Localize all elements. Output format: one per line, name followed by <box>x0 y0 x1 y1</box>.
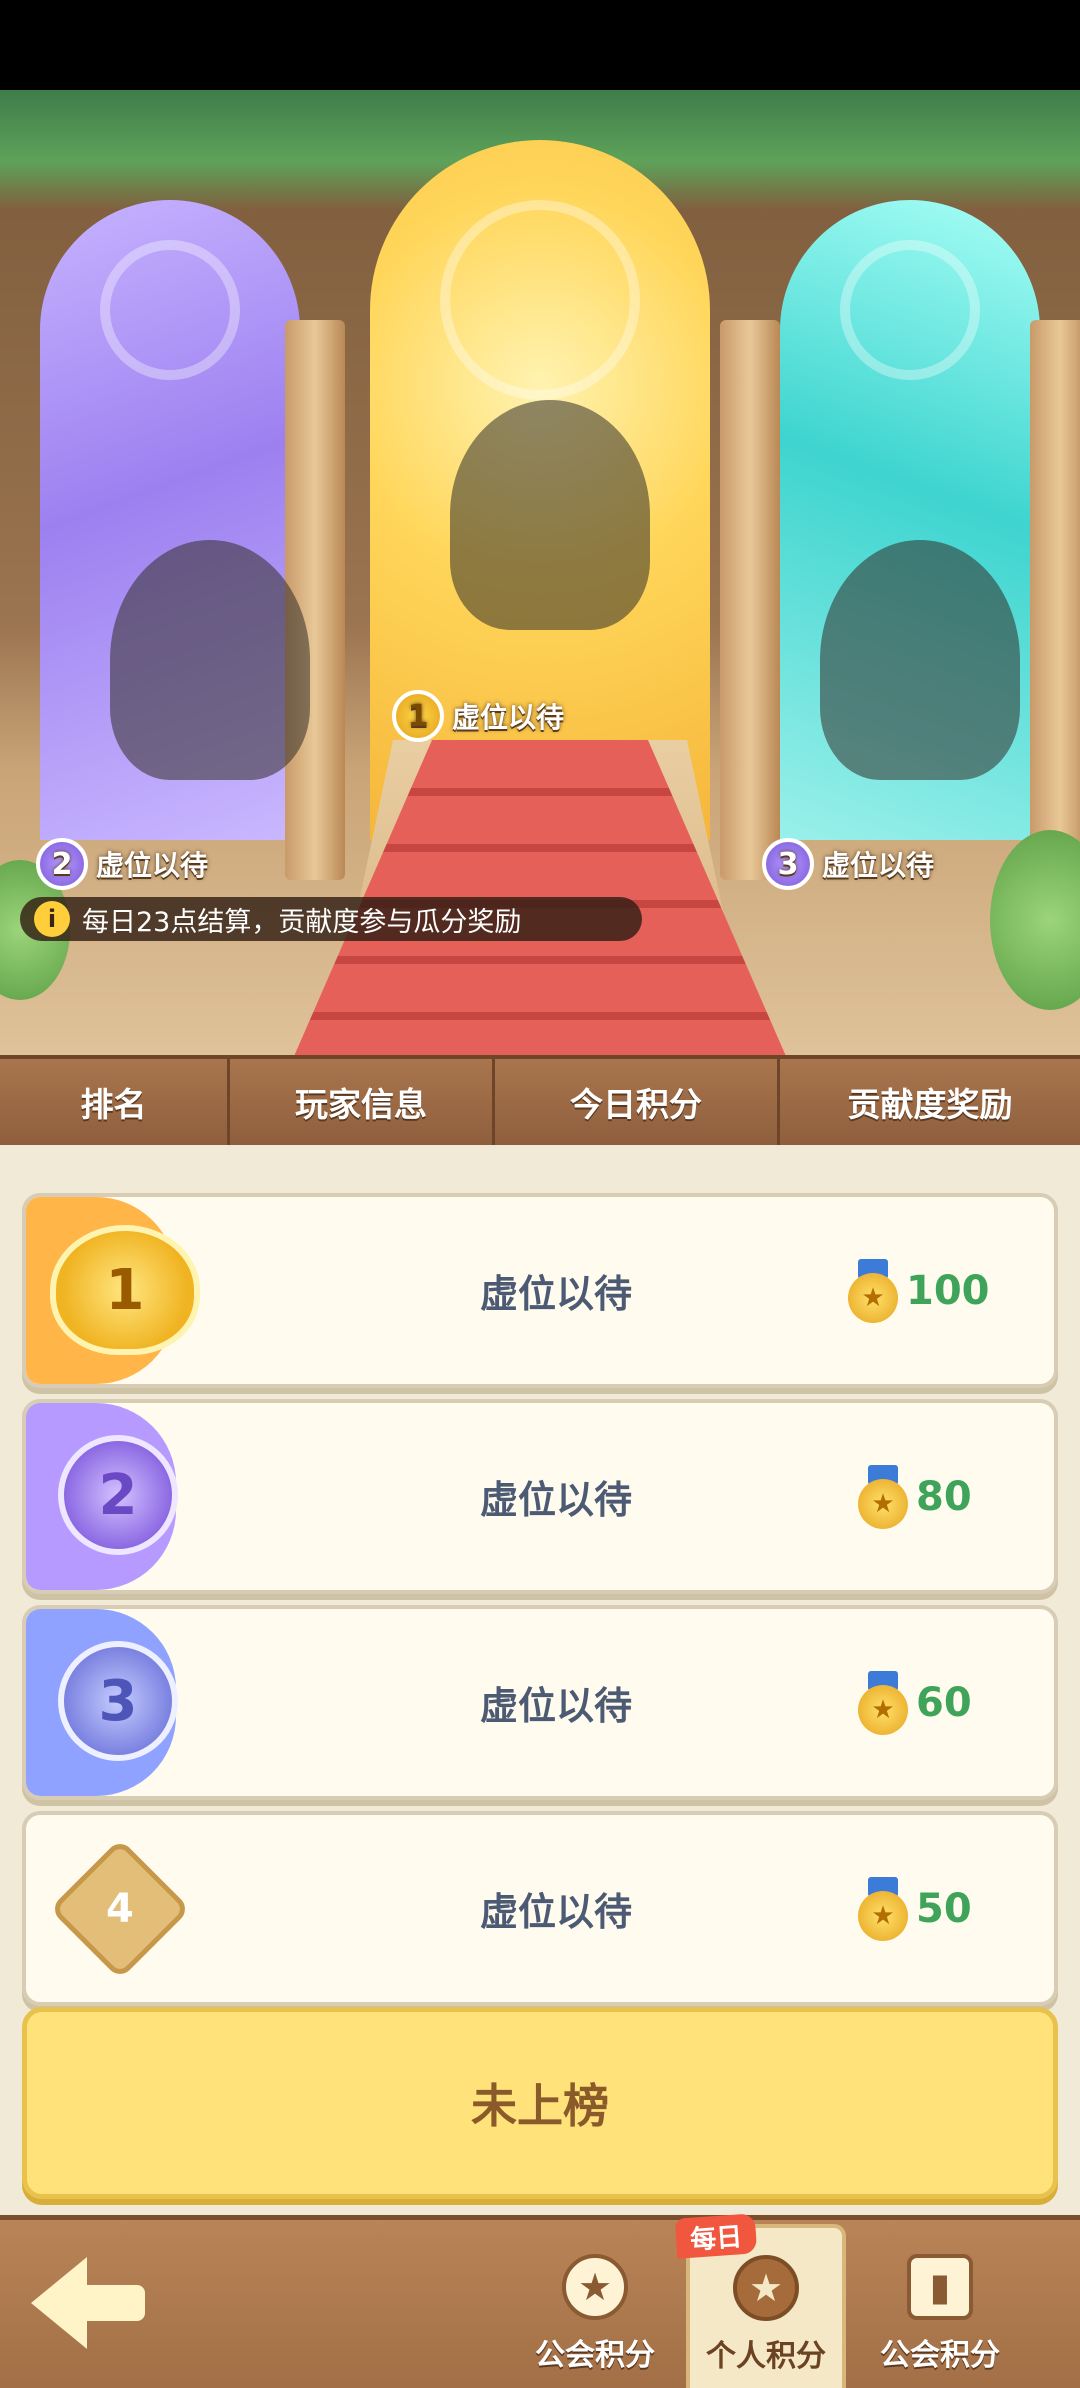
first-place-label: 1 虚位以待 <box>392 690 564 742</box>
rank-3-badge-icon: 3 <box>762 838 814 890</box>
back-button[interactable] <box>28 2257 148 2349</box>
rank-3-badge-icon: 3 <box>58 1641 178 1761</box>
reward-value: 50 <box>916 1885 972 1932</box>
tab-label: 个人积分 <box>706 2339 826 2374</box>
reward-cell: ★ 80 <box>856 1403 972 1590</box>
rank-4-diamond-badge-icon: 4 <box>49 1838 191 1980</box>
tab-guild-points-ranking[interactable]: ▮ 公会积分 <box>860 2238 1020 2388</box>
header-contribution-reward: 贡献度奖励 <box>847 1085 1013 1124</box>
pillar <box>720 320 780 880</box>
reward-cell: ★ 60 <box>856 1609 972 1796</box>
settlement-notice: i 每日23点结算，贡献度参与瓜分奖励 <box>20 897 642 941</box>
rank-2-badge-icon: 2 <box>36 838 88 890</box>
flower-bush <box>990 830 1080 1010</box>
ranking-list: 1 虚位以待 ★ 100 2 虚位以待 ★ 80 3 虚位以待 ★ 60 4 虚… <box>0 1145 1080 2215</box>
third-place-silhouette <box>820 540 1020 780</box>
third-place-label: 3 虚位以待 <box>762 838 934 890</box>
star-icon: ★ <box>733 2255 799 2321</box>
rank-2-badge-icon: 2 <box>58 1435 178 1555</box>
medal-icon: ★ <box>856 1464 910 1529</box>
player-name: 虚位以待 <box>479 1890 632 1934</box>
table-header: 排名 玩家信息 今日积分 贡献度奖励 <box>0 1055 1080 1145</box>
second-place-label: 2 虚位以待 <box>36 838 208 890</box>
header-today-points: 今日积分 <box>495 1059 780 1145</box>
star-ribbon-icon: ★ <box>562 2254 628 2320</box>
pillar <box>1030 320 1080 880</box>
my-rank-unranked: 未上榜 <box>22 2007 1058 2199</box>
ranking-hall-scene: 1 虚位以待 2 虚位以待 3 虚位以待 i 每日23点结算，贡献度参与瓜分奖励 <box>0 90 1080 1060</box>
second-place-name: 虚位以待 <box>96 849 209 882</box>
header-rank: 排名 <box>0 1059 230 1145</box>
player-name: 虚位以待 <box>479 1478 632 1522</box>
reward-cell: ★ 100 <box>846 1197 990 1384</box>
rank-1-badge-icon: 1 <box>392 690 444 742</box>
tab-label: 公会积分 <box>535 2338 655 2373</box>
reward-value: 60 <box>916 1679 972 1726</box>
player-name: 虚位以待 <box>479 1272 632 1316</box>
tab-guild-points[interactable]: ★ 公会积分 <box>515 2238 675 2388</box>
medal-icon: ★ <box>846 1258 900 1323</box>
third-place-name: 虚位以待 <box>822 849 935 882</box>
table-row[interactable]: 1 虚位以待 ★ 100 <box>22 1193 1058 1388</box>
table-row[interactable]: 2 虚位以待 ★ 80 <box>22 1399 1058 1594</box>
first-place-name: 虚位以待 <box>452 701 565 734</box>
first-place-silhouette <box>450 400 650 630</box>
reward-value: 80 <box>916 1473 972 1520</box>
rank-1-crown-badge-icon: 1 <box>50 1225 200 1355</box>
back-arrow-icon <box>31 2257 87 2349</box>
status-bar <box>0 0 1080 90</box>
medal-icon: ★ <box>856 1670 910 1735</box>
reward-cell: ★ 50 <box>856 1815 972 2002</box>
notice-text: 每日23点结算，贡献度参与瓜分奖励 <box>82 906 522 938</box>
bar-chart-icon: ▮ <box>907 2254 973 2320</box>
header-player-info: 玩家信息 <box>230 1059 495 1145</box>
reward-value: 100 <box>906 1267 990 1314</box>
player-name: 虚位以待 <box>479 1684 632 1728</box>
medal-icon: ★ <box>856 1876 910 1941</box>
info-icon: i <box>34 901 70 937</box>
rank-number: 4 <box>106 1886 134 1932</box>
table-row[interactable]: 4 虚位以待 ★ 50 <box>22 1811 1058 2006</box>
second-place-silhouette <box>110 540 310 780</box>
daily-tag: 每日 <box>674 2213 758 2259</box>
table-row[interactable]: 3 虚位以待 ★ 60 <box>22 1605 1058 1800</box>
bottom-nav: ★ 公会积分 ★ 个人积分 ▮ 公会积分 <box>0 2215 1080 2388</box>
tab-label: 公会积分 <box>880 2338 1000 2373</box>
